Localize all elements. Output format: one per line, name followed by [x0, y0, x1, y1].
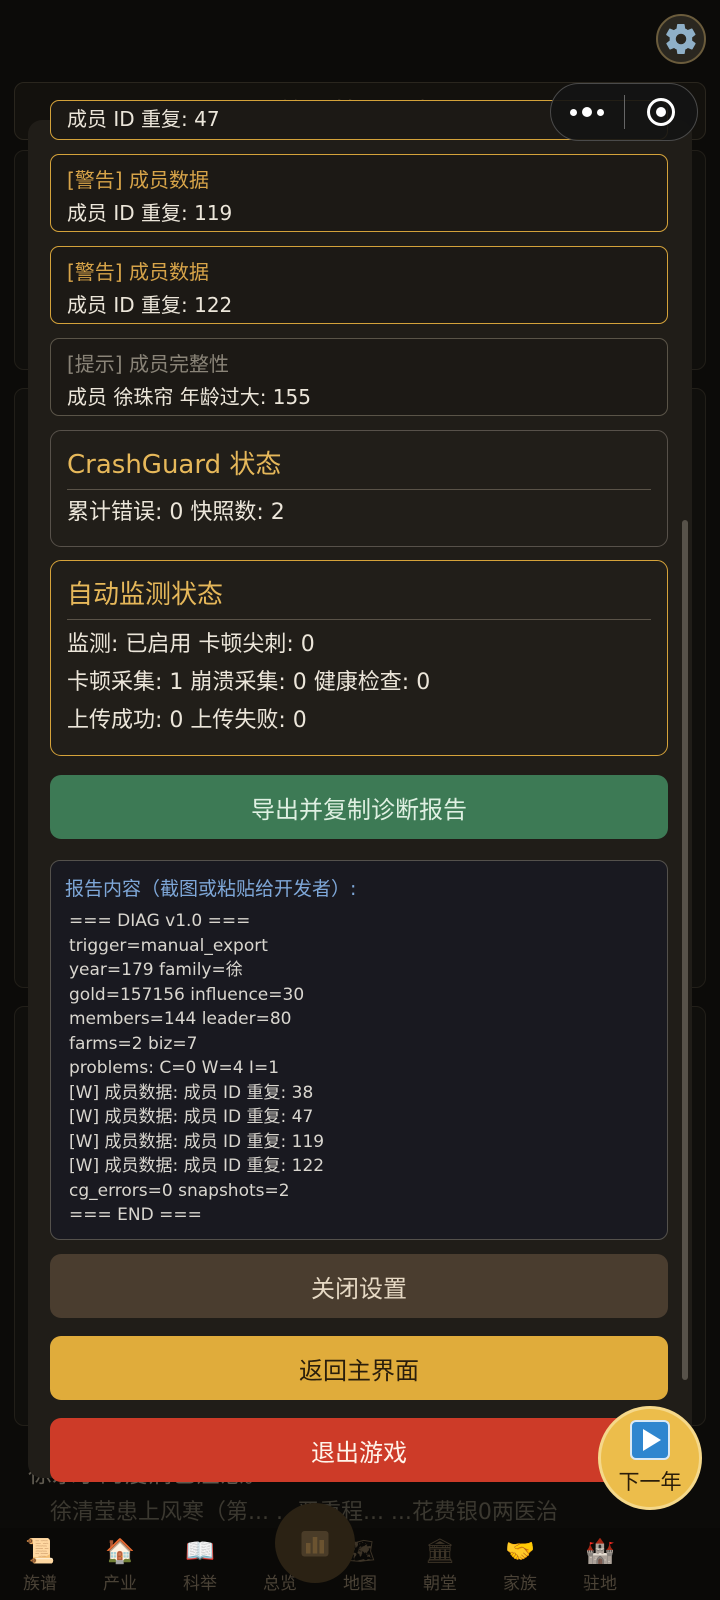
monitor-line: 上传成功: 0 上传失败: 0 [67, 708, 307, 733]
problem-text: 成员 ID 重复: 122 [67, 293, 233, 317]
castle-icon: 🏰 [585, 1537, 615, 1565]
crashguard-section: CrashGuard 状态 累计错误: 0 快照数: 2 [50, 430, 668, 547]
nav-item-court[interactable]: 🏛 朝堂 [400, 1528, 480, 1600]
nav-item-genealogy[interactable]: 📜 族谱 [0, 1528, 80, 1600]
problem-text: 成员 ID 重复: 119 [67, 201, 233, 225]
report-line: [W] 成员数据: 成员 ID 重复: 122 [69, 1156, 325, 1176]
monitor-line: 卡顿采集: 1 崩溃采集: 0 健康检查: 0 [67, 670, 431, 695]
problem-card: [提示] 成员完整性 成员 徐珠帘 年龄过大: 155 [50, 338, 668, 416]
nav-item-family[interactable]: 🤝 家族 [480, 1528, 560, 1600]
report-line: [W] 成员数据: 成员 ID 重复: 119 [69, 1131, 325, 1152]
nav-label: 地图 [343, 1574, 377, 1594]
nav-label: 科举 [183, 1574, 217, 1594]
monitor-section: 自动监测状态 监测: 已启用 卡顿尖刺: 0 卡顿采集: 1 崩溃采集: 0 健… [50, 560, 668, 756]
problem-level: [警告] 成员数据 [67, 260, 209, 284]
more-dots-icon[interactable] [551, 107, 624, 117]
report-line: [W] 成员数据: 成员 ID 重复: 38 [69, 1082, 314, 1103]
overview-center-button[interactable] [275, 1503, 355, 1583]
report-content: === DIAG v1.0 === trigger=manual_export … [65, 909, 653, 1228]
problem-card: [警告] 成员数据 成员 ID 重复: 122 [50, 246, 668, 324]
monitor-line: 监测: 已启用 卡顿尖刺: 0 [67, 632, 315, 657]
nav-label: 朝堂 [423, 1574, 457, 1594]
report-line: === END === [69, 1205, 202, 1225]
house-icon: 🏠 [105, 1537, 135, 1565]
crashguard-stats: 累计错误: 0 快照数: 2 [67, 500, 285, 525]
problem-text: 成员 徐珠帘 年龄过大: 155 [67, 385, 311, 409]
scroll-icon: 📜 [25, 1537, 55, 1565]
next-year-label: 下一年 [618, 1470, 682, 1494]
crashguard-title: CrashGuard 状态 [67, 449, 651, 490]
miniprogram-capsule [550, 83, 698, 141]
export-report-button[interactable]: 导出并复制诊断报告 [50, 775, 668, 839]
gear-icon [666, 23, 696, 55]
monitor-title: 自动监测状态 [67, 579, 651, 620]
settings-gear-button[interactable] [656, 14, 706, 64]
book-icon: 📖 [185, 1537, 215, 1565]
nav-item-exam[interactable]: 📖 科举 [160, 1528, 240, 1600]
report-box[interactable]: 报告内容（截图或粘贴给开发者）: === DIAG v1.0 === trigg… [50, 860, 668, 1240]
chart-icon [301, 1531, 329, 1557]
problem-level: [提示] 成员完整性 [67, 352, 229, 376]
report-line: farms=2 biz=7 [69, 1033, 198, 1054]
next-year-button[interactable]: 下一年 [598, 1406, 702, 1510]
nav-label: 家族 [503, 1574, 537, 1594]
report-line: [W] 成员数据: 成员 ID 重复: 47 [69, 1107, 314, 1127]
report-title: 报告内容（截图或粘贴给开发者）: [65, 878, 357, 900]
play-icon [630, 1420, 670, 1460]
modal-scrollbar[interactable] [682, 520, 688, 1380]
report-line: problems: C=0 W=4 I=1 [69, 1058, 280, 1078]
report-line: trigger=manual_export [69, 935, 268, 956]
report-line: year=179 family=徐 [69, 960, 243, 980]
palace-icon: 🏛 [424, 1537, 456, 1565]
problem-card: [警告] 成员数据 成员 ID 重复: 119 [50, 154, 668, 232]
problem-level: [警告] 成员数据 [67, 168, 209, 192]
close-settings-button[interactable]: 关闭设置 [50, 1254, 668, 1318]
report-line: members=144 leader=80 [69, 1009, 292, 1029]
handshake-icon: 🤝 [505, 1537, 535, 1565]
record-circle-icon[interactable] [625, 98, 698, 126]
back-main-button[interactable]: 返回主界面 [50, 1336, 668, 1400]
bottom-nav: 📜 族谱 🏠 产业 📖 科举 📊 总览 🗺 地图 🏛 朝堂 🤝 家族 🏰 驻地 [0, 1528, 720, 1600]
nav-item-station[interactable]: 🏰 驻地 [560, 1528, 640, 1600]
report-line: === DIAG v1.0 === [69, 911, 251, 931]
nav-label: 驻地 [583, 1574, 617, 1594]
nav-label: 族谱 [23, 1574, 57, 1594]
exit-game-button[interactable]: 退出游戏 [50, 1418, 668, 1482]
report-line: gold=157156 influence=30 [69, 984, 305, 1005]
report-line: cg_errors=0 snapshots=2 [69, 1180, 290, 1201]
nav-item-industry[interactable]: 🏠 产业 [80, 1528, 160, 1600]
nav-label: 产业 [103, 1574, 137, 1594]
